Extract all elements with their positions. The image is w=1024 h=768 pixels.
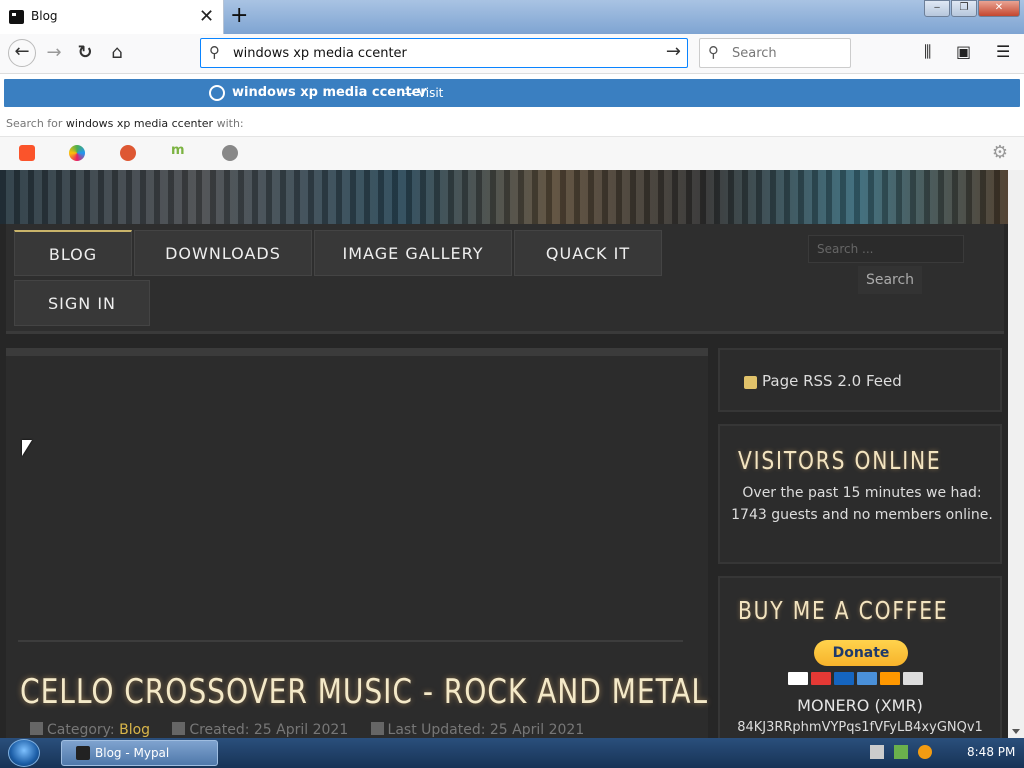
search-bar[interactable]: ⚲ Search xyxy=(699,38,851,68)
scroll-down-icon[interactable] xyxy=(1012,729,1020,734)
rss-panel: Page RSS 2.0 Feed xyxy=(718,348,1002,412)
article-title[interactable]: CELLO CROSSOVER MUSIC - ROCK AND METAL xyxy=(20,672,708,712)
web-page: BLOG DOWNLOADS IMAGE GALLERY QUACK IT SI… xyxy=(0,170,1008,738)
duckduckgo-icon[interactable] xyxy=(120,145,136,161)
system-tray xyxy=(870,745,932,759)
mojeek-icon[interactable]: m xyxy=(171,143,185,158)
menu-item-blog[interactable]: BLOG xyxy=(14,230,132,276)
url-bar[interactable]: ⚲ windows xp media ccenter → xyxy=(200,38,688,68)
network-icon[interactable] xyxy=(894,745,908,759)
wallet-address[interactable]: 84KJ3RRphmVYPqs1fVFyLB4xyGNQv1 xyxy=(720,720,1000,735)
close-tab-icon[interactable]: ✕ xyxy=(199,6,214,27)
search-engines-row: m ⚙ xyxy=(0,136,1024,170)
search-icon: ⚲ xyxy=(708,43,719,61)
library-icon[interactable]: ⫼ xyxy=(924,42,931,62)
search-placeholder[interactable]: Search xyxy=(732,46,777,61)
category-label: Category: xyxy=(47,722,115,738)
home-button[interactable]: ⌂ xyxy=(104,42,130,66)
navigation-toolbar: ← → ↻ ⌂ ⚲ windows xp media ccenter → ⚲ S… xyxy=(0,34,1024,74)
created-date: Created: 25 April 2021 xyxy=(189,722,349,738)
payment-cards xyxy=(788,672,926,685)
rss-icon xyxy=(744,376,757,389)
search-for-prefix: Search for xyxy=(6,117,63,130)
reload-button[interactable]: ↻ xyxy=(72,42,98,66)
tab-strip: Blog ✕ + ‒ ❐ ✕ xyxy=(0,0,1024,34)
updated-date: Last Updated: 25 April 2021 xyxy=(387,722,585,738)
search-icon[interactable] xyxy=(918,745,932,759)
amex-icon xyxy=(857,672,877,685)
new-tab-button[interactable]: + xyxy=(230,3,248,28)
category-link[interactable]: Blog xyxy=(119,722,150,738)
calendar-icon xyxy=(172,722,186,735)
menu-item-sign-in[interactable]: SIGN IN xyxy=(14,280,150,326)
rss-link[interactable]: Page RSS 2.0 Feed xyxy=(762,372,902,390)
qwant-icon[interactable] xyxy=(69,145,85,161)
site-menu: BLOG DOWNLOADS IMAGE GALLERY QUACK IT SI… xyxy=(6,224,1004,334)
visitors-panel: VISITORS ONLINE Over the past 15 minutes… xyxy=(718,424,1002,564)
coffee-panel: BUY ME A COFFEE Donate MONERO (XMR) 84KJ… xyxy=(718,576,1002,738)
search-icon: ⚲ xyxy=(209,43,220,61)
search-for-line: Search for windows xp media ccenter with… xyxy=(6,117,244,130)
tab-title: Blog xyxy=(31,9,58,23)
gear-icon[interactable]: ⚙ xyxy=(992,142,1008,163)
taskbar: Blog - Mypal 8:48 PM xyxy=(0,738,1024,768)
clock[interactable]: 8:48 PM xyxy=(967,745,1015,759)
site-favicon-icon xyxy=(9,10,24,24)
coffee-title: BUY ME A COFFEE xyxy=(738,596,949,625)
search-for-query: windows xp media ccenter xyxy=(65,117,214,130)
site-banner xyxy=(0,170,1008,224)
url-input[interactable]: windows xp media ccenter xyxy=(233,46,407,61)
currency-label: MONERO (XMR) xyxy=(797,696,923,715)
brave-icon[interactable] xyxy=(19,145,35,161)
taskbar-item-browser[interactable]: Blog - Mypal xyxy=(61,740,218,766)
visa-icon xyxy=(788,672,808,685)
discover-icon xyxy=(880,672,900,685)
visitors-title: VISITORS ONLINE xyxy=(738,446,942,475)
start-button[interactable] xyxy=(8,739,40,767)
autocomplete-query: windows xp media ccenter xyxy=(232,85,427,100)
back-button[interactable]: ← xyxy=(8,39,36,67)
menu-icon[interactable]: ☰ xyxy=(996,42,1010,61)
maestro-icon xyxy=(834,672,854,685)
search-icon[interactable] xyxy=(222,145,238,161)
menu-item-downloads[interactable]: DOWNLOADS xyxy=(134,230,312,276)
page-scrollbar[interactable] xyxy=(1008,170,1024,738)
sidebar-icon[interactable]: ▣ xyxy=(956,42,971,61)
card-icon xyxy=(903,672,923,685)
visitors-text: Over the past 15 minutes we had: 1743 gu… xyxy=(731,485,993,523)
mastercard-icon xyxy=(811,672,831,685)
minimize-button[interactable]: ‒ xyxy=(924,0,950,17)
maximize-button[interactable]: ❐ xyxy=(951,0,977,17)
article-meta: Category: Blog Created: 25 April 2021 La… xyxy=(30,722,584,738)
divider xyxy=(18,640,683,642)
visit-label: — Visit xyxy=(402,86,444,100)
autocomplete-popup: windows xp media ccenter — Visit Search … xyxy=(0,74,1024,170)
menu-item-image-gallery[interactable]: IMAGE GALLERY xyxy=(314,230,512,276)
window-controls: ‒ ❐ ✕ xyxy=(923,0,1020,18)
close-window-button[interactable]: ✕ xyxy=(978,0,1020,17)
taskbar-item-label: Blog - Mypal xyxy=(95,746,170,760)
donate-button[interactable]: Donate xyxy=(814,640,908,666)
site-search-input[interactable]: Search ... xyxy=(808,235,964,263)
menu-item-quack-it[interactable]: QUACK IT xyxy=(514,230,662,276)
mouse-cursor-icon xyxy=(22,440,32,456)
forward-button[interactable]: → xyxy=(41,42,67,66)
folder-icon xyxy=(30,722,43,735)
site-search-button[interactable]: Search xyxy=(858,266,922,294)
search-for-suffix: with: xyxy=(216,117,244,130)
keyboard-icon[interactable] xyxy=(870,745,884,759)
go-arrow-icon[interactable]: → xyxy=(666,41,681,62)
globe-icon xyxy=(209,85,225,101)
browser-icon xyxy=(76,746,90,760)
tab-blog[interactable]: Blog ✕ xyxy=(0,0,224,34)
autocomplete-visit-row[interactable]: windows xp media ccenter — Visit xyxy=(4,79,1020,107)
calendar-icon xyxy=(370,722,384,735)
